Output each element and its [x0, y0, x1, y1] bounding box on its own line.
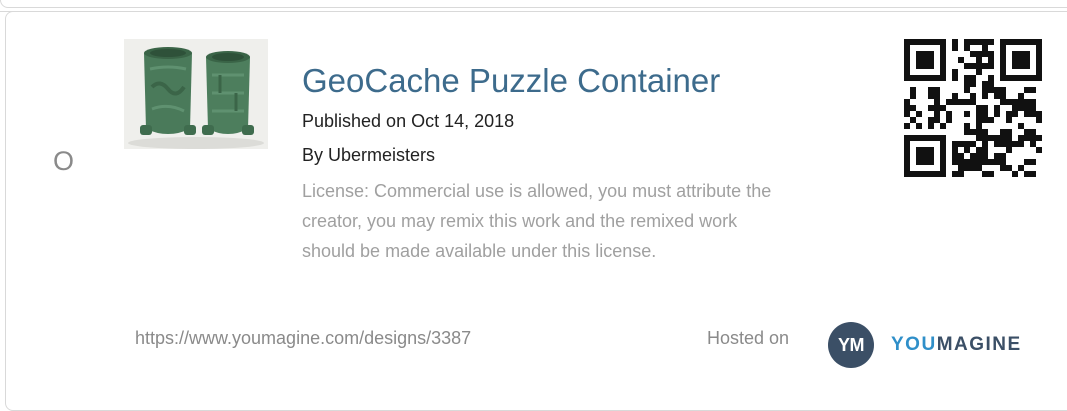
- published-date: Published on Oct 14, 2018: [302, 111, 515, 131]
- youmagine-logo-badge[interactable]: YM: [828, 322, 874, 368]
- qr-code-icon: [904, 39, 1042, 177]
- embed-type-icon: O: [53, 146, 75, 176]
- design-title-link[interactable]: GeoCache Puzzle Container: [302, 62, 720, 100]
- wordmark-you: YOU: [891, 334, 937, 355]
- wordmark-magine: MAGINE: [936, 334, 1022, 355]
- author-name: By Ubermeisters: [302, 145, 436, 165]
- youmagine-wordmark[interactable]: YOUMAGINE: [891, 334, 1022, 356]
- hosted-on-label: Hosted on: [707, 328, 790, 348]
- previous-card-edge: [0, 0, 1067, 8]
- design-url-link[interactable]: https://www.youmagine.com/designs/3387: [135, 328, 471, 349]
- design-thumbnail[interactable]: [124, 39, 268, 149]
- green-containers-photo: [124, 39, 268, 149]
- license-text: License: Commercial use is allowed, you …: [302, 181, 772, 261]
